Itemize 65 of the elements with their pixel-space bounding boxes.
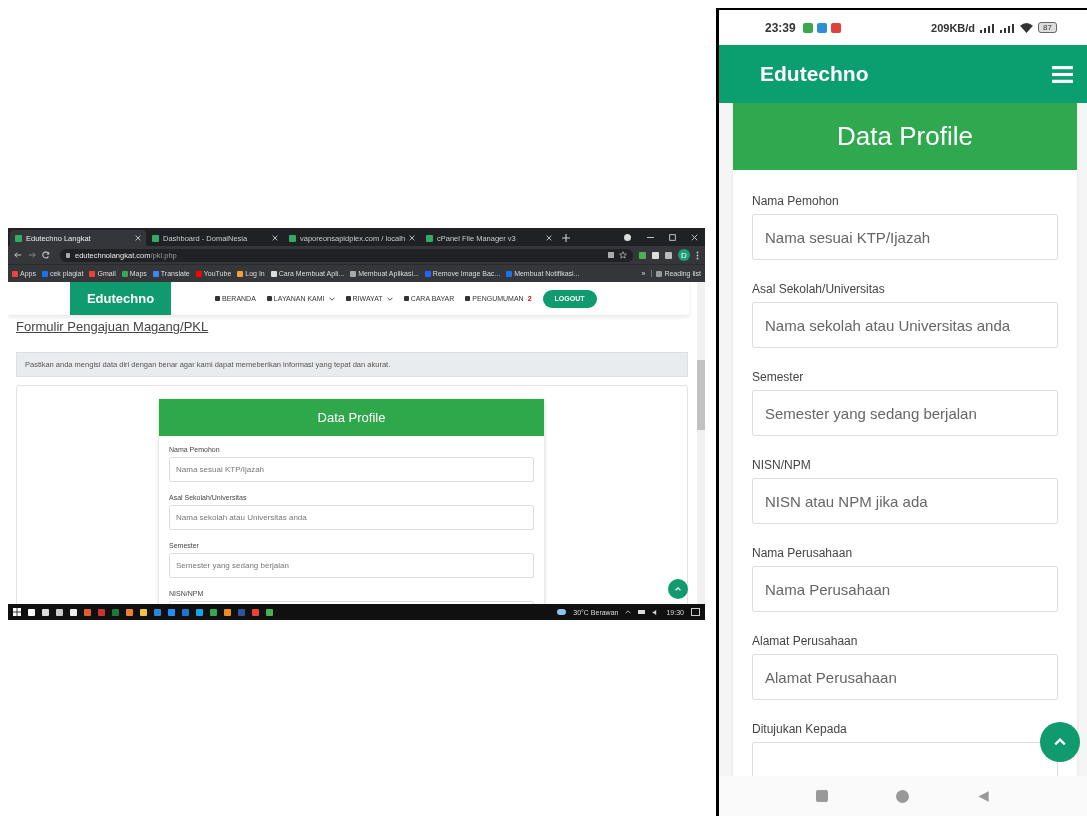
- wifi-icon: [1019, 22, 1035, 33]
- input-field[interactable]: Semester yang sedang berjalan: [752, 390, 1058, 436]
- favicon-icon: [152, 234, 159, 242]
- close-icon[interactable]: [135, 235, 141, 241]
- field-label: Nama Pemohon: [752, 194, 840, 208]
- close-icon[interactable]: [546, 235, 552, 241]
- signal-icon: [999, 22, 1016, 33]
- network-speed: 209KB/d: [931, 21, 976, 34]
- close-icon[interactable]: [409, 235, 416, 241]
- field-label: Asal Sekolah/Universitas: [752, 282, 886, 296]
- nav-icon: [465, 296, 471, 301]
- battery-indicator: 87: [1038, 22, 1057, 33]
- signal-icon: [979, 22, 996, 33]
- notification-icon: [802, 22, 813, 33]
- field-label: Semester: [752, 370, 805, 384]
- nav-icon: [345, 296, 351, 301]
- status-time: 23:39: [765, 20, 796, 35]
- notification-icon: [816, 22, 827, 33]
- notification-icon[interactable]: [691, 608, 700, 616]
- input-field[interactable]: Nama sekolah atau Universitas anda: [752, 302, 1058, 348]
- chevron-up-icon: [674, 585, 682, 593]
- chevron-down-icon: [328, 296, 335, 301]
- input-field[interactable]: [752, 742, 1058, 776]
- favicon-icon: [426, 234, 433, 242]
- input-field[interactable]: Semester yang sedang berjalan: [169, 553, 534, 578]
- close-icon[interactable]: [272, 235, 278, 241]
- nav-icon: [266, 296, 272, 301]
- page-title: Formulir Pengajuan Magang/PKL: [16, 319, 210, 334]
- menu-icon[interactable]: [696, 250, 699, 260]
- input-field[interactable]: Nama Perusahaan: [752, 566, 1058, 612]
- input-field[interactable]: Nama sekolah atau Universitas anda: [169, 505, 534, 530]
- menu-icon[interactable]: [1052, 65, 1073, 83]
- star-icon[interactable]: [619, 251, 627, 259]
- minimize-icon[interactable]: [647, 234, 654, 241]
- reload-icon[interactable]: [42, 251, 50, 259]
- app-title: Edutechno: [760, 62, 869, 86]
- form-title: Data Profile: [159, 399, 544, 436]
- field-label: NISN/NPM: [752, 458, 812, 472]
- nav-icon: [403, 296, 409, 301]
- notification-icon: [830, 22, 841, 33]
- field-label: Ditujukan Kepada: [752, 722, 848, 736]
- new-tab-icon[interactable]: [562, 234, 570, 242]
- home-icon[interactable]: [896, 789, 909, 803]
- favicon-icon: [15, 234, 22, 242]
- chevron-up-icon[interactable]: [625, 610, 632, 614]
- field-label: Nama Perusahaan: [752, 546, 854, 560]
- close-icon[interactable]: [691, 234, 698, 241]
- favicon-icon: [289, 234, 296, 242]
- back-icon[interactable]: [977, 789, 990, 803]
- maximize-icon[interactable]: [669, 234, 676, 241]
- weather-icon: [557, 609, 567, 615]
- input-field[interactable]: Nama sesuai KTP/Ijazah: [752, 214, 1058, 260]
- input-field[interactable]: Alamat Perusahaan: [752, 654, 1058, 700]
- field-label: Alamat Perusahaan: [752, 634, 859, 648]
- input-field[interactable]: NISN atau NPM jika ada: [752, 478, 1058, 524]
- scroll-to-top-button[interactable]: [668, 579, 688, 599]
- back-icon[interactable]: [14, 251, 22, 259]
- input-field[interactable]: Nama sesuai KTP/Ijazah: [169, 457, 534, 482]
- form-title: Data Profile: [733, 103, 1077, 170]
- scrollbar[interactable]: [697, 282, 705, 604]
- nav-icon: [215, 296, 220, 301]
- forward-icon[interactable]: [28, 251, 36, 259]
- chevron-down-icon: [386, 296, 393, 301]
- site-logo[interactable]: Edutechno: [70, 282, 171, 315]
- windows-start-icon[interactable]: [13, 608, 21, 616]
